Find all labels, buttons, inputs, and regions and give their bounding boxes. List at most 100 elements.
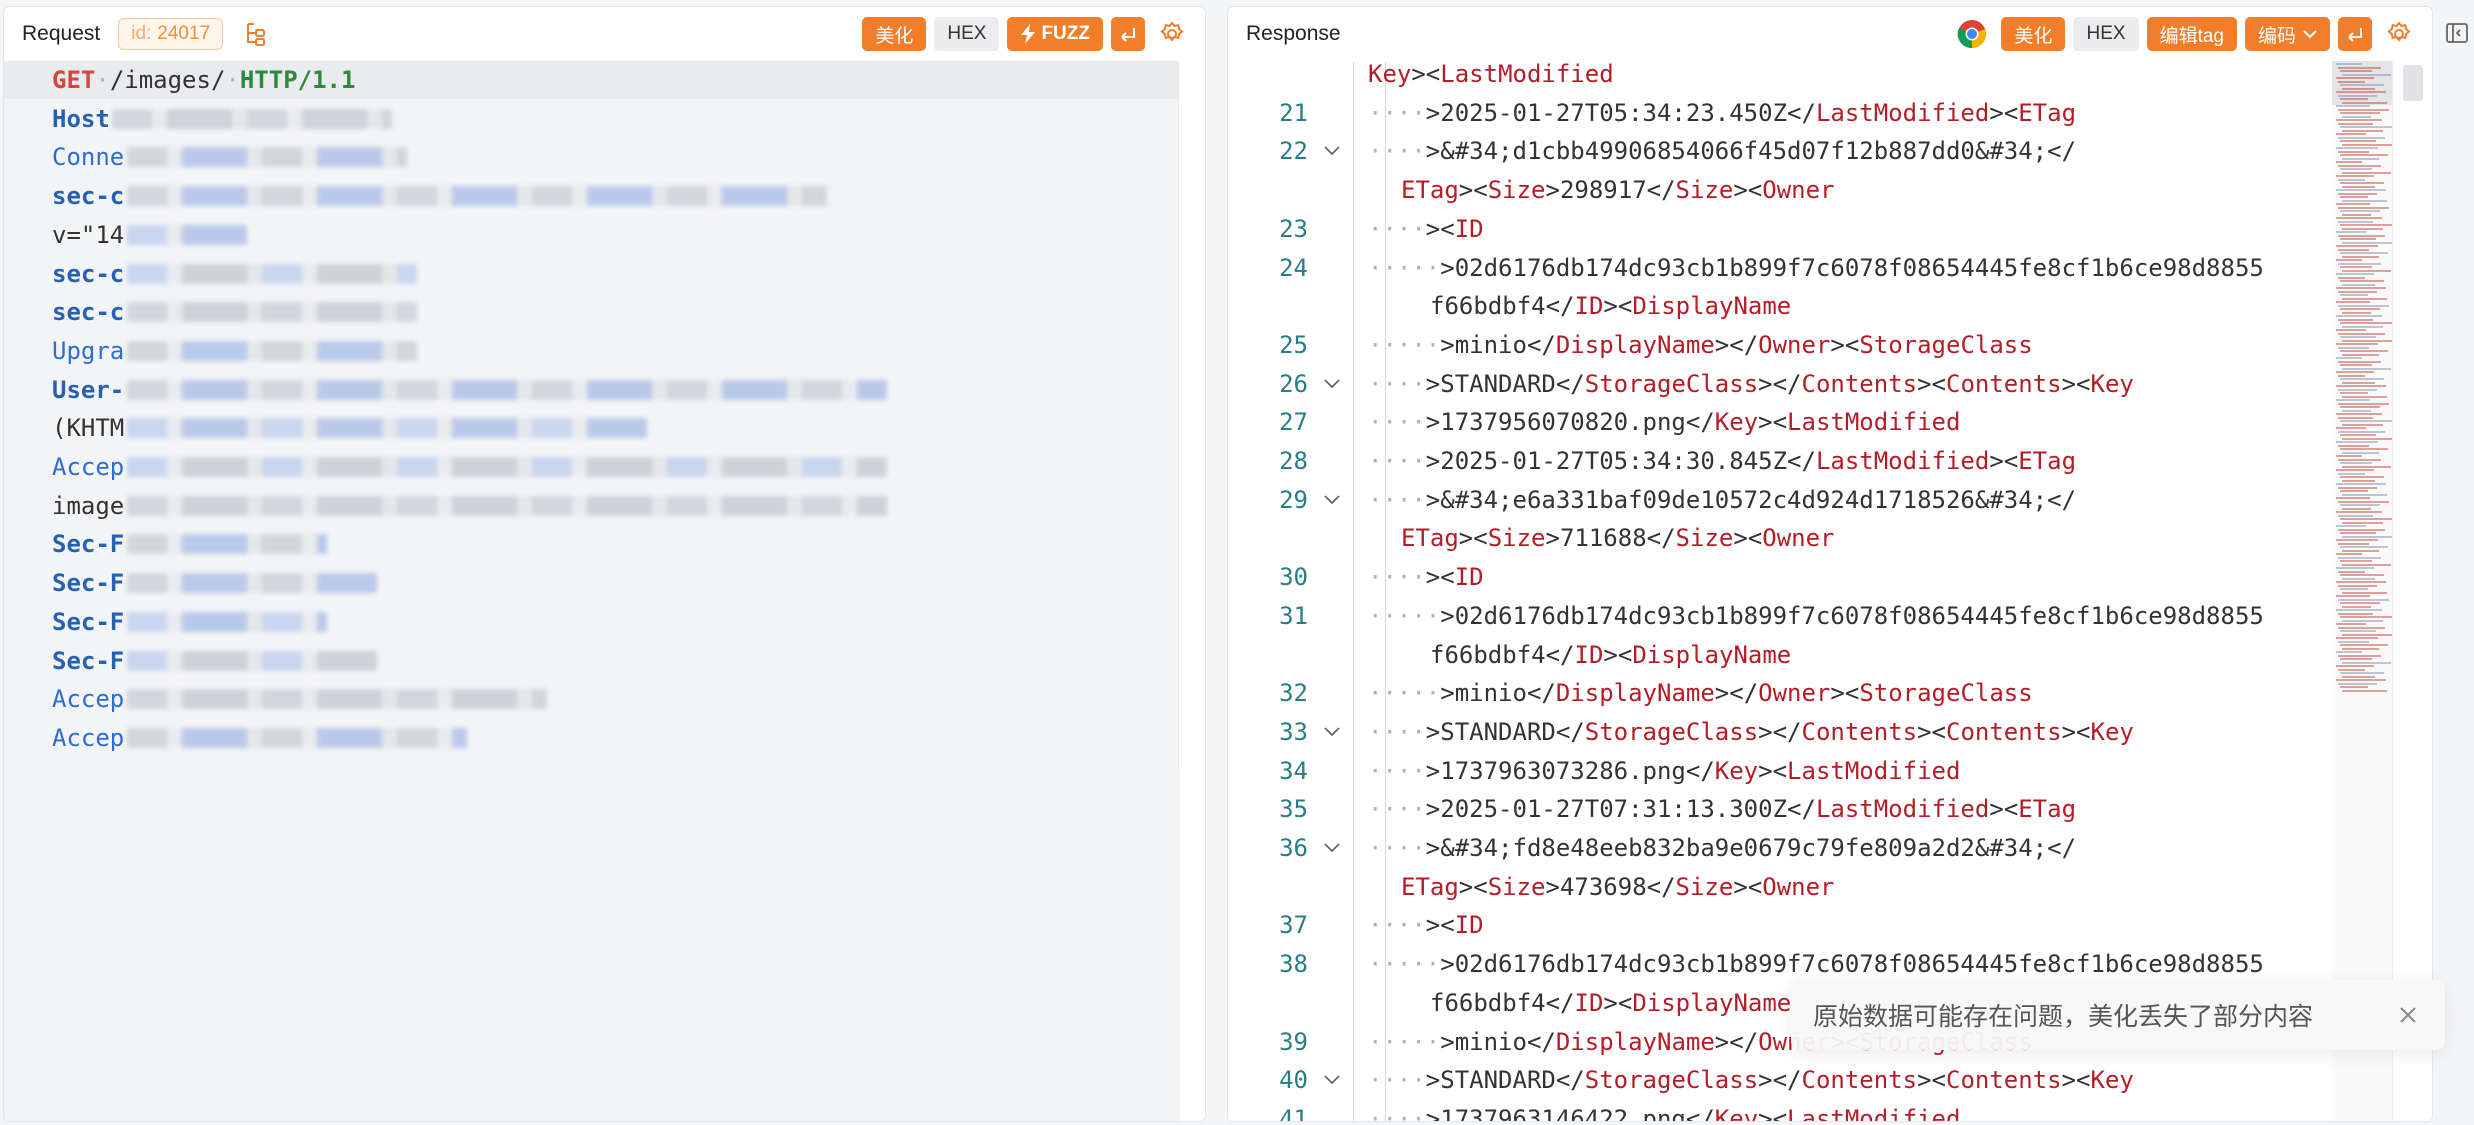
- minimap-line: [2340, 462, 2372, 464]
- header-name-prefix: Sec-F: [52, 569, 125, 598]
- minimap-line: [2342, 577, 2375, 580]
- minimap-line: [2340, 686, 2368, 688]
- response-code-line: ····><ID: [1368, 911, 1484, 940]
- request-wrap-button[interactable]: [1111, 17, 1145, 51]
- request-settings-button[interactable]: [1157, 19, 1187, 49]
- minimap-line: [2342, 297, 2387, 300]
- request-line: GET·/images/·HTTP/1.1: [52, 66, 356, 94]
- response-wrap-button[interactable]: [2338, 17, 2372, 51]
- redacted-value: [126, 418, 647, 439]
- request-title: Request: [22, 22, 101, 45]
- minimap-line: [2340, 168, 2372, 170]
- minimap-line: [2338, 598, 2389, 601]
- minimap-line: [2336, 651, 2362, 653]
- fold-chevron-icon[interactable]: [1321, 365, 1343, 403]
- minimap-line: [2342, 507, 2371, 510]
- request-header-line: Sec-F: [52, 525, 124, 563]
- response-code-line: ····>STANDARD</StorageClass></Contents><…: [1368, 1066, 2134, 1095]
- response-code-line: ETag><Size>473698</Size><Owner: [1401, 872, 1835, 901]
- request-beautify-button[interactable]: 美化: [862, 17, 927, 51]
- fuzz-button[interactable]: FUZZ: [1007, 17, 1103, 51]
- edit-tag-button[interactable]: 编辑tag: [2146, 17, 2237, 51]
- minimap-line: [2342, 591, 2387, 594]
- app-root: Request id: 24017 美化 HEX FUZZ GET·/image…: [0, 0, 2474, 1125]
- request-header-line: Sec-F: [52, 564, 124, 602]
- toast-message: 原始数据可能存在问题，美化丢失了部分内容: [1813, 1003, 2314, 1031]
- response-beautify-button[interactable]: 美化: [2001, 17, 2066, 51]
- minimap-line: [2340, 252, 2388, 254]
- minimap-line: [2338, 276, 2365, 279]
- encoding-dropdown[interactable]: 编码: [2244, 17, 2330, 51]
- minimap-line: [2340, 532, 2376, 534]
- minimap-line: [2340, 630, 2376, 632]
- redacted-value: [126, 611, 327, 632]
- redacted-value: [126, 534, 327, 555]
- response-settings-button[interactable]: [2384, 19, 2414, 49]
- minimap-line: [2342, 185, 2375, 188]
- minimap-line: [2342, 143, 2392, 146]
- toast-close-button[interactable]: [2393, 1000, 2423, 1030]
- request-hex-button[interactable]: HEX: [934, 17, 1000, 51]
- fold-chevron-icon[interactable]: [1321, 829, 1343, 867]
- response-code-line: ····>&#34;e6a331baf09de10572c4d924d17185…: [1368, 485, 2077, 514]
- minimap-line: [2338, 584, 2377, 587]
- response-title: Response: [1246, 22, 1341, 45]
- redacted-value: [126, 340, 417, 361]
- request-scrollbar[interactable]: [1178, 61, 1205, 771]
- response-code-line: ····><ID: [1368, 214, 1484, 243]
- minimap-line: [2338, 66, 2381, 69]
- redacted-value: [126, 495, 887, 516]
- header-name-prefix: sec-c: [52, 298, 125, 327]
- minimap-line: [2340, 280, 2384, 282]
- fold-chevron-icon[interactable]: [1321, 1061, 1343, 1099]
- encoding-label: 编码: [2257, 25, 2296, 47]
- response-scrollbar-thumb[interactable]: [2403, 65, 2423, 101]
- line-number: 36: [1279, 834, 1308, 862]
- panel-collapse-button[interactable]: [2440, 6, 2474, 60]
- redacted-value: [112, 108, 392, 129]
- minimap-line: [2340, 224, 2392, 226]
- minimap-line: [2338, 472, 2365, 475]
- minimap-line: [2342, 535, 2392, 538]
- minimap-line: [2338, 234, 2385, 237]
- response-scrollbar[interactable]: [2392, 61, 2432, 1121]
- fold-chevron-icon[interactable]: [1321, 713, 1343, 751]
- request-editor[interactable]: GET·/images/·HTTP/1.1 Host Conne sec-c v="1…: [4, 61, 1180, 1121]
- fold-chevron-icon[interactable]: [1321, 481, 1343, 519]
- panel-collapse-icon: [2446, 23, 2468, 43]
- minimap-line: [2342, 661, 2391, 664]
- minimap-line: [2342, 101, 2387, 104]
- minimap-line: [2336, 679, 2386, 681]
- minimap-line: [2342, 241, 2392, 244]
- minimap-line: [2338, 164, 2381, 167]
- minimap-line: [2336, 91, 2386, 93]
- minimap-line: [2342, 437, 2392, 440]
- response-code-line: ····><ID: [1368, 563, 1484, 592]
- minimap-line: [2336, 399, 2370, 401]
- request-id-badge: id: 24017: [118, 18, 224, 50]
- minimap-line: [2340, 154, 2388, 156]
- response-hex-button[interactable]: HEX: [2073, 17, 2139, 51]
- minimap-line: [2336, 469, 2374, 471]
- minimap-line: [2342, 395, 2387, 398]
- minimap-line: [2336, 553, 2362, 555]
- response-code-line: ····>STANDARD</StorageClass></Contents><…: [1368, 369, 2134, 398]
- request-header-line: sec-c: [52, 293, 124, 331]
- line-number: 41: [1279, 1104, 1308, 1122]
- minimap-line: [2338, 612, 2373, 615]
- redacted-value: [126, 727, 467, 748]
- response-editor[interactable]: 21 22 23 24 25 26 27 28 29 30 31 32 33 34 35 36 37 38 39 40…: [1228, 60, 2432, 1122]
- minimap-line: [2336, 161, 2362, 163]
- header-name-prefix: Conne: [52, 143, 125, 172]
- chevron-down-icon: [2303, 30, 2317, 39]
- tree-structure-icon[interactable]: [243, 20, 271, 48]
- minimap[interactable]: [2332, 61, 2392, 1121]
- response-code-line: ·····>02d6176db174dc93cb1b899f7c6078f086…: [1368, 950, 2264, 979]
- chrome-icon[interactable]: [1957, 19, 1987, 49]
- fold-chevron-icon[interactable]: [1321, 132, 1343, 170]
- minimap-line: [2342, 605, 2371, 608]
- minimap-line: [2342, 493, 2387, 496]
- minimap-line: [2340, 406, 2380, 408]
- response-code-line: Key><LastModified: [1368, 60, 1614, 88]
- minimap-line: [2336, 189, 2386, 191]
